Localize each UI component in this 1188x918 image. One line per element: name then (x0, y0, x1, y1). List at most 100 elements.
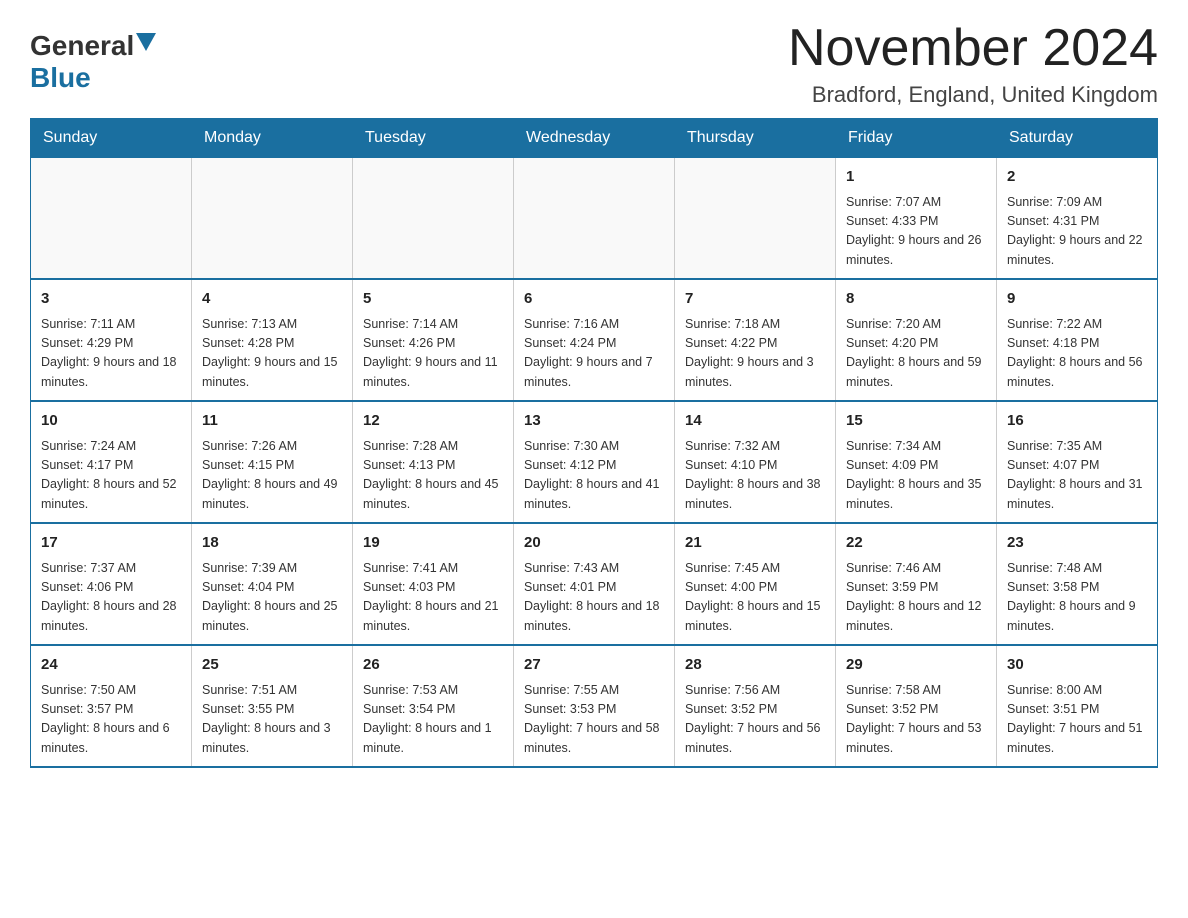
weekday-header-friday: Friday (836, 119, 997, 158)
day-number: 1 (846, 166, 986, 189)
day-number: 7 (685, 288, 825, 311)
day-number: 18 (202, 532, 342, 555)
calendar-cell-w4-d0: 17 Sunrise: 7:37 AM Sunset: 4:06 PM Dayli… (31, 523, 192, 645)
day-number: 8 (846, 288, 986, 311)
calendar-cell-w5-d4: 28 Sunrise: 7:56 AM Sunset: 3:52 PM Dayli… (675, 645, 836, 767)
day-number: 27 (524, 654, 664, 677)
calendar-cell-w3-d0: 10 Sunrise: 7:24 AM Sunset: 4:17 PM Dayli… (31, 401, 192, 523)
day-number: 12 (363, 410, 503, 433)
day-number: 25 (202, 654, 342, 677)
weekday-header-monday: Monday (192, 119, 353, 158)
header: General Blue November 2024 Bradford, Eng… (30, 20, 1158, 108)
logo-blue-text: Blue (30, 62, 91, 94)
calendar-week-2: 3 Sunrise: 7:11 AM Sunset: 4:29 PM Daylig… (31, 279, 1158, 401)
day-number: 2 (1007, 166, 1147, 189)
calendar-cell-w4-d1: 18 Sunrise: 7:39 AM Sunset: 4:04 PM Dayli… (192, 523, 353, 645)
calendar-cell-w5-d0: 24Sunrise: 7:50 AM Sunset: 3:57 PM Dayli… (31, 645, 192, 767)
day-number: 10 (41, 410, 181, 433)
day-number: 9 (1007, 288, 1147, 311)
day-number: 21 (685, 532, 825, 555)
day-info: Sunrise: 7:39 AM Sunset: 4:04 PM Dayligh… (202, 559, 342, 637)
day-info: Sunrise: 7:30 AM Sunset: 4:12 PM Dayligh… (524, 437, 664, 515)
day-info: Sunrise: 7:13 AM Sunset: 4:28 PM Dayligh… (202, 315, 342, 393)
calendar-cell-w1-d0 (31, 158, 192, 280)
day-number: 14 (685, 410, 825, 433)
day-number: 23 (1007, 532, 1147, 555)
calendar-cell-w5-d1: 25 Sunrise: 7:51 AM Sunset: 3:55 PM Dayli… (192, 645, 353, 767)
calendar-header: SundayMondayTuesdayWednesdayThursdayFrid… (31, 119, 1158, 158)
day-number: 22 (846, 532, 986, 555)
day-number: 4 (202, 288, 342, 311)
day-info: Sunrise: 7:53 AM Sunset: 3:54 PM Dayligh… (363, 681, 503, 759)
day-info: Sunrise: 7:20 AM Sunset: 4:20 PM Dayligh… (846, 315, 986, 393)
day-number: 3 (41, 288, 181, 311)
calendar-cell-w1-d6: 2 Sunrise: 7:09 AM Sunset: 4:31 PM Daylig… (997, 158, 1158, 280)
day-number: 5 (363, 288, 503, 311)
day-info: Sunrise: 7:55 AM Sunset: 3:53 PM Dayligh… (524, 681, 664, 759)
logo-general-text: General (30, 30, 134, 62)
day-number: 20 (524, 532, 664, 555)
calendar-cell-w2-d6: 9Sunrise: 7:22 AM Sunset: 4:18 PM Daylig… (997, 279, 1158, 401)
day-number: 15 (846, 410, 986, 433)
day-info: Sunrise: 7:09 AM Sunset: 4:31 PM Dayligh… (1007, 193, 1147, 271)
calendar-cell-w2-d5: 8 Sunrise: 7:20 AM Sunset: 4:20 PM Daylig… (836, 279, 997, 401)
calendar-week-1: 1 Sunrise: 7:07 AM Sunset: 4:33 PM Daylig… (31, 158, 1158, 280)
weekday-header-row: SundayMondayTuesdayWednesdayThursdayFrid… (31, 119, 1158, 158)
logo-triangle-icon (136, 33, 156, 51)
calendar-cell-w3-d6: 16Sunrise: 7:35 AM Sunset: 4:07 PM Dayli… (997, 401, 1158, 523)
calendar-cell-w5-d6: 30 Sunrise: 8:00 AM Sunset: 3:51 PM Dayli… (997, 645, 1158, 767)
day-number: 13 (524, 410, 664, 433)
calendar-cell-w4-d5: 22 Sunrise: 7:46 AM Sunset: 3:59 PM Dayli… (836, 523, 997, 645)
day-number: 26 (363, 654, 503, 677)
calendar-cell-w2-d3: 6Sunrise: 7:16 AM Sunset: 4:24 PM Daylig… (514, 279, 675, 401)
logo: General Blue (30, 20, 156, 94)
day-info: Sunrise: 7:56 AM Sunset: 3:52 PM Dayligh… (685, 681, 825, 759)
calendar-cell-w2-d0: 3 Sunrise: 7:11 AM Sunset: 4:29 PM Daylig… (31, 279, 192, 401)
calendar-cell-w4-d4: 21 Sunrise: 7:45 AM Sunset: 4:00 PM Dayli… (675, 523, 836, 645)
day-info: Sunrise: 7:58 AM Sunset: 3:52 PM Dayligh… (846, 681, 986, 759)
day-info: Sunrise: 7:37 AM Sunset: 4:06 PM Dayligh… (41, 559, 181, 637)
day-number: 28 (685, 654, 825, 677)
day-info: Sunrise: 8:00 AM Sunset: 3:51 PM Dayligh… (1007, 681, 1147, 759)
calendar-week-3: 10 Sunrise: 7:24 AM Sunset: 4:17 PM Dayli… (31, 401, 1158, 523)
day-info: Sunrise: 7:34 AM Sunset: 4:09 PM Dayligh… (846, 437, 986, 515)
calendar-cell-w3-d4: 14 Sunrise: 7:32 AM Sunset: 4:10 PM Dayli… (675, 401, 836, 523)
calendar-cell-w3-d3: 13 Sunrise: 7:30 AM Sunset: 4:12 PM Dayli… (514, 401, 675, 523)
calendar-week-4: 17 Sunrise: 7:37 AM Sunset: 4:06 PM Dayli… (31, 523, 1158, 645)
calendar-cell-w2-d1: 4 Sunrise: 7:13 AM Sunset: 4:28 PM Daylig… (192, 279, 353, 401)
weekday-header-wednesday: Wednesday (514, 119, 675, 158)
day-number: 24 (41, 654, 181, 677)
weekday-header-sunday: Sunday (31, 119, 192, 158)
calendar-cell-w5-d3: 27 Sunrise: 7:55 AM Sunset: 3:53 PM Dayli… (514, 645, 675, 767)
day-info: Sunrise: 7:41 AM Sunset: 4:03 PM Dayligh… (363, 559, 503, 637)
calendar-cell-w4-d3: 20Sunrise: 7:43 AM Sunset: 4:01 PM Dayli… (514, 523, 675, 645)
calendar-cell-w3-d5: 15 Sunrise: 7:34 AM Sunset: 4:09 PM Dayli… (836, 401, 997, 523)
calendar-cell-w4-d6: 23Sunrise: 7:48 AM Sunset: 3:58 PM Dayli… (997, 523, 1158, 645)
day-info: Sunrise: 7:07 AM Sunset: 4:33 PM Dayligh… (846, 193, 986, 271)
day-number: 16 (1007, 410, 1147, 433)
calendar-cell-w1-d5: 1 Sunrise: 7:07 AM Sunset: 4:33 PM Daylig… (836, 158, 997, 280)
day-number: 11 (202, 410, 342, 433)
day-info: Sunrise: 7:11 AM Sunset: 4:29 PM Dayligh… (41, 315, 181, 393)
calendar-cell-w2-d2: 5 Sunrise: 7:14 AM Sunset: 4:26 PM Daylig… (353, 279, 514, 401)
day-info: Sunrise: 7:28 AM Sunset: 4:13 PM Dayligh… (363, 437, 503, 515)
day-info: Sunrise: 7:32 AM Sunset: 4:10 PM Dayligh… (685, 437, 825, 515)
day-info: Sunrise: 7:26 AM Sunset: 4:15 PM Dayligh… (202, 437, 342, 515)
day-number: 19 (363, 532, 503, 555)
day-info: Sunrise: 7:18 AM Sunset: 4:22 PM Dayligh… (685, 315, 825, 393)
day-number: 29 (846, 654, 986, 677)
month-title: November 2024 (788, 20, 1158, 77)
day-info: Sunrise: 7:45 AM Sunset: 4:00 PM Dayligh… (685, 559, 825, 637)
calendar-cell-w3-d1: 11 Sunrise: 7:26 AM Sunset: 4:15 PM Dayli… (192, 401, 353, 523)
calendar-cell-w5-d2: 26 Sunrise: 7:53 AM Sunset: 3:54 PM Dayli… (353, 645, 514, 767)
calendar-cell-w1-d4 (675, 158, 836, 280)
day-info: Sunrise: 7:46 AM Sunset: 3:59 PM Dayligh… (846, 559, 986, 637)
day-info: Sunrise: 7:14 AM Sunset: 4:26 PM Dayligh… (363, 315, 503, 393)
location-title: Bradford, England, United Kingdom (788, 82, 1158, 108)
day-info: Sunrise: 7:24 AM Sunset: 4:17 PM Dayligh… (41, 437, 181, 515)
day-number: 17 (41, 532, 181, 555)
calendar-table: SundayMondayTuesdayWednesdayThursdayFrid… (30, 118, 1158, 768)
day-number: 30 (1007, 654, 1147, 677)
calendar-week-5: 24Sunrise: 7:50 AM Sunset: 3:57 PM Dayli… (31, 645, 1158, 767)
day-info: Sunrise: 7:51 AM Sunset: 3:55 PM Dayligh… (202, 681, 342, 759)
